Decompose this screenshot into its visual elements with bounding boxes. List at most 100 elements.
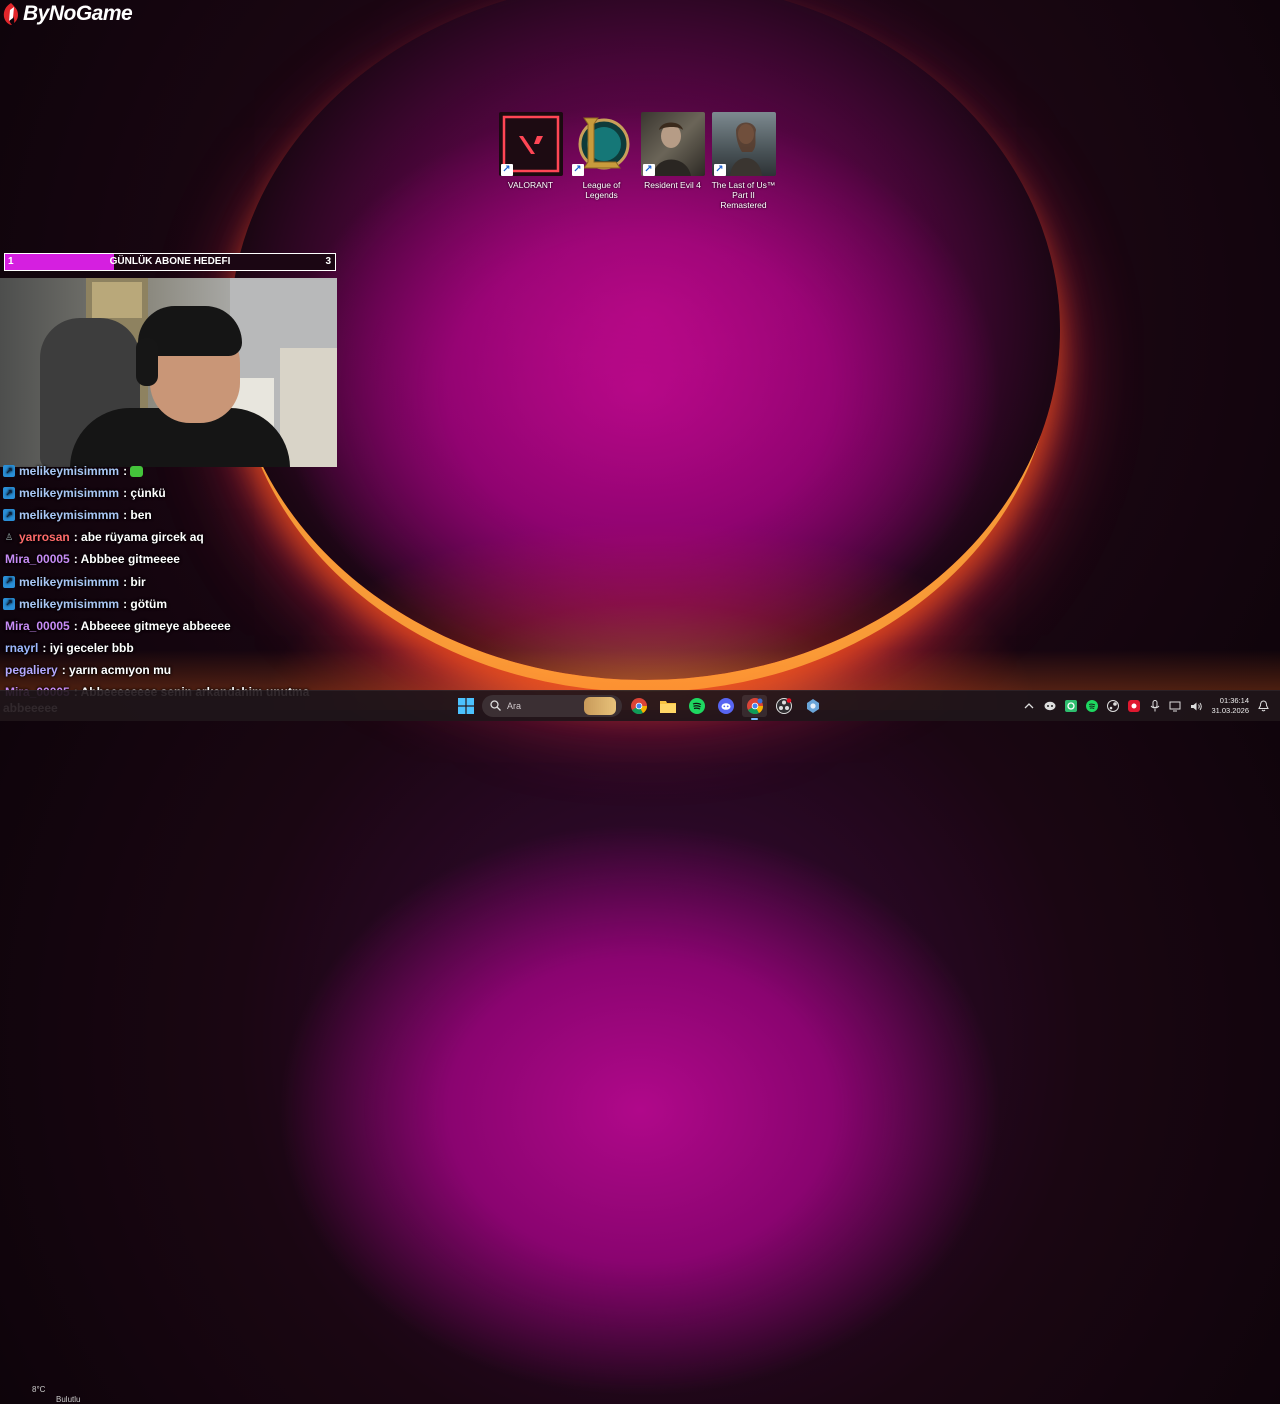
chat-username[interactable]: melikeymisimmm <box>19 597 119 611</box>
chat-username[interactable]: pegaliery <box>5 663 58 677</box>
valorant-icon: ↗ <box>498 112 563 176</box>
chat-username[interactable]: Mira_00005 <box>5 619 70 633</box>
nvidia-tray-icon[interactable] <box>1064 700 1077 713</box>
subscriber-badge-icon: ↗ <box>3 575 15 588</box>
desktop-icon-resident-evil-4[interactable]: ↗ Resident Evil 4 <box>638 112 707 210</box>
chrome-profile-icon <box>746 698 763 714</box>
volume-icon[interactable] <box>1190 700 1203 713</box>
chat-text: : çünkü <box>123 486 166 501</box>
chat-text: : abe rüyama gircek aq <box>73 530 204 545</box>
bynogame-logo-text: ByNoGame <box>23 2 133 25</box>
subscriber-badge-icon: ↗ <box>3 509 15 522</box>
microphone-icon[interactable] <box>1148 700 1161 713</box>
subscriber-badge-icon: ↗ <box>3 597 15 610</box>
resident-evil-4-icon: ↗ <box>640 112 705 176</box>
obs-icon <box>775 698 792 714</box>
subscriber-goal-bar: 1 GÜNLÜK ABONE HEDEFI 3 <box>4 253 336 271</box>
obs-taskbar-button[interactable] <box>771 695 796 717</box>
taskbar-apps: Ara <box>453 695 825 720</box>
chat-message: ↗ melikeymisimmm: <box>3 460 343 482</box>
chat-message: ↗ melikeymisimmm : bir <box>3 570 343 592</box>
chat-username[interactable]: yarrosan <box>19 530 70 544</box>
goal-title: GÜNLÜK ABONE HEDEFI <box>109 256 231 267</box>
chat-text: : yarın acmıyon mu <box>61 662 172 677</box>
notification-bell-icon[interactable] <box>1257 700 1270 713</box>
stream-chat: ↗ melikeymisimmm: ↗ melikeymisimmm : çünkü ↗ m… <box>3 460 343 703</box>
desktop-icons: ↗ VALORANT ↗ League of Legends ↗ Residen… <box>496 112 778 210</box>
webcam-headset <box>136 338 158 386</box>
network-icon[interactable] <box>1169 700 1182 713</box>
shortcut-arrow-icon: ↗ <box>713 164 726 176</box>
chat-username[interactable]: melikeymisimmm <box>19 464 119 478</box>
subscriber-badge-icon: ↗ <box>3 465 15 478</box>
chat-username[interactable]: Mira_00005 <box>5 552 70 566</box>
subscriber-badge-icon: ↗ <box>3 487 15 500</box>
goal-max: 3 <box>325 256 331 267</box>
start-button[interactable] <box>453 695 478 717</box>
chat-message: rnayrl: iyi geceler bbb <box>3 637 343 659</box>
chat-username[interactable]: rnayrl <box>5 641 38 655</box>
webcam-shelf <box>280 348 337 467</box>
weather-desc: Bulutlu <box>56 1395 81 1404</box>
weather-widget[interactable]: 8°C Bulutlu <box>32 1385 80 1404</box>
the-last-of-us-icon: ↗ <box>711 112 776 176</box>
chat-text: : ben <box>123 508 152 523</box>
file-explorer-taskbar-button[interactable] <box>655 695 680 717</box>
bynogame-logo: ByNoGame <box>2 2 133 26</box>
chat-text: : bir <box>123 574 146 589</box>
chat-username[interactable]: melikeymisimmm <box>19 486 119 500</box>
spotify-tray-icon[interactable] <box>1085 700 1098 713</box>
system-tray: 01:36:14 31.03.2026 <box>1022 696 1270 716</box>
desktop-icon-league-of-legends[interactable]: ↗ League of Legends <box>567 112 636 210</box>
chat-message: ↗ melikeymisimmm : ben <box>3 504 343 526</box>
discord-tray-icon[interactable] <box>1043 700 1056 713</box>
wallpaper-ring <box>230 0 1060 680</box>
clock-date: 31.03.2026 <box>1211 706 1249 715</box>
clock-time: 01:36:14 <box>1219 696 1249 705</box>
bynogame-logo-icon <box>2 2 20 26</box>
spotify-taskbar-button[interactable] <box>684 695 709 717</box>
desktop-icon-the-last-of-us[interactable]: ↗ The Last of Us™ Part II Remastered <box>709 112 778 210</box>
chat-emote-icon <box>130 465 144 477</box>
taskbar-search[interactable]: Ara <box>482 695 622 717</box>
chat-text: : Abbeeee gitmeye abbeeee <box>73 618 231 633</box>
steam-tray-icon[interactable] <box>1106 700 1119 713</box>
chat-text: : götüm <box>123 596 168 611</box>
windows-start-icon <box>457 698 474 714</box>
taskbar-clock[interactable]: 01:36:14 31.03.2026 <box>1211 696 1249 716</box>
desktop-icon-label: VALORANT <box>507 180 554 190</box>
recording-tray-icon[interactable] <box>1127 700 1140 713</box>
discord-taskbar-button[interactable] <box>713 695 738 717</box>
discord-icon <box>717 698 734 714</box>
desktop-icon-label: Resident Evil 4 <box>644 180 701 190</box>
chat-message: ♙ yarrosan: abe rüyama gircek aq <box>3 526 343 548</box>
chat-message: ↗ melikeymisimmm : götüm <box>3 593 343 615</box>
chat-message: Mira_00005: Abbeeee gitmeye abbeeee <box>3 615 343 637</box>
shortcut-arrow-icon: ↗ <box>500 164 513 176</box>
search-icon <box>490 699 501 713</box>
chat-text: : <box>123 464 128 479</box>
chat-username[interactable]: melikeymisimmm <box>19 508 119 522</box>
search-placeholder: Ara <box>507 701 522 711</box>
chrome-profile-taskbar-button[interactable] <box>742 695 767 720</box>
chevron-up-icon[interactable] <box>1022 700 1035 713</box>
webcam-door-window <box>92 282 142 318</box>
chat-message: Mira_00005: Abbbee gitmeeee <box>3 548 343 570</box>
settings-app-icon <box>806 699 819 713</box>
league-of-legends-icon: ↗ <box>570 112 634 176</box>
desktop-icon-label: League of Legends <box>582 180 621 200</box>
chat-username[interactable]: melikeymisimmm <box>19 575 119 589</box>
chat-text: : Abbbee gitmeeee <box>73 552 180 567</box>
weather-temp: 8°C <box>32 1385 46 1394</box>
settings-taskbar-button[interactable] <box>800 695 825 717</box>
spotify-icon <box>688 698 705 714</box>
chrome-icon <box>630 698 647 714</box>
webcam-overlay <box>0 278 337 467</box>
chat-message: pegaliery: yarın acmıyon mu <box>3 659 343 681</box>
shortcut-arrow-icon: ↗ <box>571 164 584 176</box>
chrome-taskbar-button[interactable] <box>626 695 651 717</box>
chat-message: ↗ melikeymisimmm : çünkü <box>3 482 343 504</box>
desktop-icon-valorant[interactable]: ↗ VALORANT <box>496 112 565 210</box>
moderator-badge-icon: ♙ <box>4 531 14 542</box>
search-highlight-image <box>584 697 616 715</box>
